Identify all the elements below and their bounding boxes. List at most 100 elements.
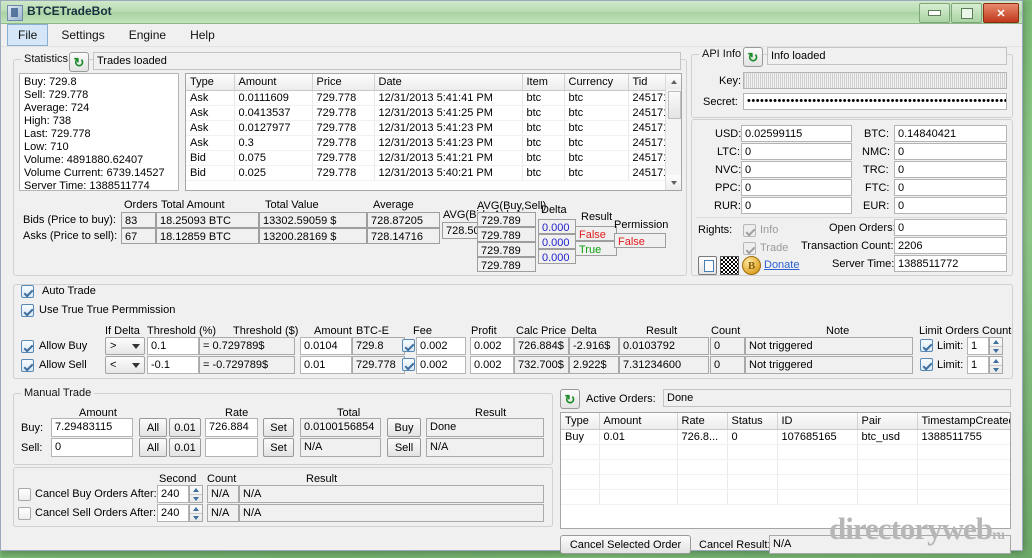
cancel-buy-seconds[interactable]: 240 [157, 485, 189, 503]
cancel-sell-orders-checkbox[interactable] [18, 507, 31, 520]
sell-operator-combo[interactable]: < [105, 356, 145, 374]
copy-icon[interactable] [698, 256, 717, 275]
table-row[interactable]: Ask 0.3 729.778 12/31/2013 5:41:23 PM bt… [186, 135, 681, 151]
api-info-refresh-icon[interactable]: ↻ [743, 47, 763, 67]
buy-amount[interactable]: 0.0104 [300, 337, 352, 355]
manual-sell-button[interactable]: Sell [387, 438, 421, 457]
manual-sell-amount[interactable]: 0 [51, 438, 133, 457]
th-price[interactable]: Price [312, 74, 375, 91]
th-pair[interactable]: Pair [857, 413, 918, 430]
menu-item-file[interactable]: File [7, 24, 49, 46]
manual-buy-button[interactable]: Buy [387, 418, 421, 437]
balance-value-nvc[interactable]: 0 [741, 161, 852, 178]
balance-value-nmc[interactable]: 0 [894, 143, 1007, 160]
trades-table[interactable]: Type Amount Price Date Item Currency Tid… [185, 73, 682, 191]
menu-item-settings[interactable]: Settings [50, 24, 115, 46]
statistics-refresh-icon[interactable]: ↻ [69, 52, 89, 72]
open-orders-value[interactable]: 0 [894, 219, 1007, 236]
th-rate[interactable]: Rate [677, 413, 728, 430]
manual-sell-step-button[interactable]: 0.01 [169, 438, 201, 457]
balance-value-ppc[interactable]: 0 [741, 179, 852, 196]
balance-value-trc[interactable]: 0 [894, 161, 1007, 178]
manual-buy-step-button[interactable]: 0.01 [169, 418, 201, 437]
buy-limit-spinner[interactable] [989, 337, 1003, 355]
manual-buy-all-button[interactable]: All [139, 418, 167, 437]
menu-item-help[interactable]: Help [179, 24, 226, 46]
buy-operator-combo[interactable]: > [105, 337, 145, 355]
th-amount[interactable]: Amount [599, 413, 678, 430]
th-currency[interactable]: Currency [564, 74, 629, 91]
table-row[interactable] [561, 444, 1010, 460]
table-row[interactable]: Ask 0.0413537 729.778 12/31/2013 5:41:25… [186, 105, 681, 121]
th-date[interactable]: Date [374, 74, 523, 91]
api-key-label: Key: [719, 75, 742, 87]
table-row[interactable] [561, 474, 1010, 490]
transaction-count-value[interactable]: 2206 [894, 237, 1007, 254]
th-amount[interactable]: Amount [234, 74, 313, 91]
manual-sell-all-button[interactable]: All [139, 438, 167, 457]
api-secret-field[interactable]: ••••••••••••••••••••••••••••••••••••••••… [743, 93, 1007, 110]
maximize-button[interactable] [951, 3, 982, 23]
manual-buy-amount[interactable]: 7.29483115 [51, 418, 133, 437]
buy-limit-checkbox[interactable] [920, 339, 933, 352]
api-server-time-value[interactable]: 1388511772 [894, 255, 1007, 272]
th-id[interactable]: ID [777, 413, 858, 430]
manual-sell-set-button[interactable]: Set [263, 438, 294, 457]
scroll-down-icon[interactable] [666, 175, 681, 190]
buy-limit-value[interactable]: 1 [967, 337, 989, 355]
buy-fee-checkbox[interactable] [402, 339, 415, 352]
cancel-buy-spinner[interactable] [189, 485, 203, 503]
table-row[interactable]: Ask 0.0111609 729.778 12/31/2013 5:41:41… [186, 90, 681, 106]
delta-value: 0.000 [538, 234, 576, 249]
cancel-selected-order-button[interactable]: Cancel Selected Order [560, 535, 691, 554]
table-row[interactable] [561, 459, 1010, 475]
buy-fee[interactable]: 0.002 [416, 337, 466, 355]
th-status[interactable]: Status [727, 413, 778, 430]
th-type[interactable]: Type [561, 413, 600, 430]
balance-value-usd[interactable]: 0.02599115 [741, 125, 852, 142]
use-true-true-checkbox[interactable] [21, 304, 34, 317]
trades-table-scrollbar[interactable] [665, 74, 681, 190]
table-row[interactable]: Ask 0.0127977 729.778 12/31/2013 5:41:23… [186, 120, 681, 136]
sell-amount[interactable]: 0.01 [300, 356, 352, 374]
th-type[interactable]: Type [186, 74, 235, 91]
close-button[interactable]: ✕ [983, 3, 1019, 23]
manual-buy-rate[interactable]: 726.884 [205, 418, 258, 437]
sell-fee-checkbox[interactable] [402, 358, 415, 371]
sell-fee[interactable]: 0.002 [416, 356, 466, 374]
balance-value-ltc[interactable]: 0 [741, 143, 852, 160]
buy-profit[interactable]: 0.002 [470, 337, 514, 355]
menu-item-engine[interactable]: Engine [118, 24, 177, 46]
table-row[interactable] [561, 489, 1010, 505]
active-orders-refresh-icon[interactable]: ↻ [560, 389, 580, 409]
minimize-button[interactable] [919, 3, 950, 23]
manual-sell-rate[interactable] [205, 438, 258, 457]
sell-threshold-pct[interactable]: -0.1 [147, 356, 199, 374]
manual-buy-set-button[interactable]: Set [263, 418, 294, 437]
balance-value-ftc[interactable]: 0 [894, 179, 1007, 196]
sell-limit-spinner[interactable] [989, 356, 1003, 374]
th-timestamp-created[interactable]: TimestampCreated [917, 413, 1010, 430]
table-row[interactable]: Bid 0.075 729.778 12/31/2013 5:41:21 PM … [186, 150, 681, 166]
balance-value-rur[interactable]: 0 [741, 197, 852, 214]
sell-profit[interactable]: 0.002 [470, 356, 514, 374]
buy-threshold-pct[interactable]: 0.1 [147, 337, 199, 355]
table-row[interactable]: Buy 0.01 726.8... 0 107685165 btc_usd 13… [561, 429, 1010, 445]
donate-link[interactable]: Donate [764, 259, 799, 271]
sell-limit-checkbox[interactable] [920, 358, 933, 371]
api-key-field[interactable] [743, 72, 1007, 89]
scroll-thumb[interactable] [668, 91, 681, 119]
cancel-sell-spinner[interactable] [189, 504, 203, 522]
table-row[interactable]: Bid 0.025 729.778 12/31/2013 5:40:21 PM … [186, 165, 681, 181]
balance-value-btc[interactable]: 0.14840421 [894, 125, 1007, 142]
cancel-sell-seconds[interactable]: 240 [157, 504, 189, 522]
qr-code-icon[interactable] [720, 256, 739, 275]
allow-buy-checkbox[interactable] [21, 340, 34, 353]
scroll-up-icon[interactable] [666, 74, 681, 89]
cancel-buy-orders-checkbox[interactable] [18, 488, 31, 501]
balance-value-eur[interactable]: 0 [894, 197, 1007, 214]
allow-sell-checkbox[interactable] [21, 359, 34, 372]
th-item[interactable]: Item [522, 74, 565, 91]
sell-limit-value[interactable]: 1 [967, 356, 989, 374]
auto-trade-checkbox[interactable] [21, 285, 34, 298]
